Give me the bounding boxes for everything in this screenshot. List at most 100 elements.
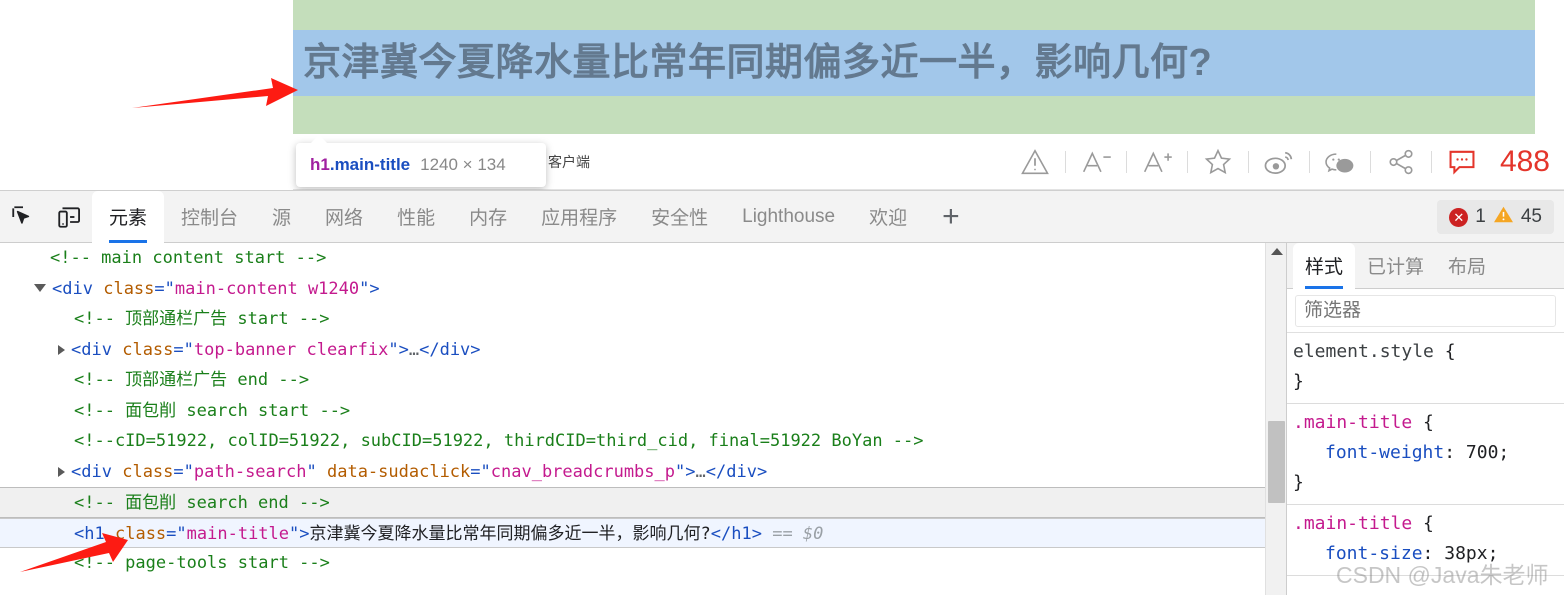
- tooltip-selector: h1.main-title: [310, 155, 410, 175]
- inspect-element-icon[interactable]: [0, 191, 46, 243]
- dom-comment-line[interactable]: <!--cID=51922, colID=51922, subCID=51922…: [0, 426, 1265, 457]
- tab-label: 内存: [469, 208, 508, 229]
- star-icon[interactable]: [1188, 134, 1248, 190]
- attr-name-2: data-sudaclick: [326, 461, 471, 482]
- comment-text: <!-- 面包削 search end -->: [74, 493, 330, 513]
- closing-tag-name: div: [726, 461, 757, 482]
- screenshot-root: 京津冀今夏降水量比常年同期偏多近一半，影响几何? 客户端 488 h1.main…: [0, 0, 1564, 595]
- dom-element-line[interactable]: <div class="main-content w1240">: [0, 274, 1265, 305]
- css-property-name[interactable]: font-weight: [1293, 438, 1444, 468]
- element-text-content: 京津冀今夏降水量比常年同期偏多近一半，影响几何?: [309, 523, 711, 544]
- inspector-highlight-box: 京津冀今夏降水量比常年同期偏多近一半，影响几何?: [293, 0, 1535, 134]
- chevron-down-icon[interactable]: [34, 283, 46, 292]
- device-toolbar-icon[interactable]: [46, 191, 92, 243]
- devtools-panel: 元素 控制台 源 网络 性能 内存 应用程序 安全性 Lighthouse 欢迎…: [0, 190, 1564, 595]
- dom-comment-line[interactable]: <!-- 面包削 search start -->: [0, 396, 1265, 427]
- issue-counts[interactable]: ✕ 1 45: [1437, 200, 1554, 234]
- share-icon[interactable]: [1371, 134, 1431, 190]
- web-page-area: 京津冀今夏降水量比常年同期偏多近一半，影响几何? 客户端 488 h1.main…: [0, 0, 1564, 190]
- scrollbar-thumb[interactable]: [1268, 421, 1285, 503]
- font-increase-icon[interactable]: [1127, 134, 1187, 190]
- error-icon: ✕: [1449, 207, 1469, 227]
- tag-name: div: [62, 278, 93, 299]
- attr-value: path-search: [193, 461, 307, 482]
- weibo-icon[interactable]: [1249, 134, 1309, 190]
- attr-name: class: [122, 461, 174, 482]
- dom-tree-scrollbar[interactable]: [1265, 243, 1286, 595]
- comment-count[interactable]: 488: [1500, 145, 1550, 179]
- tag-name: div: [81, 339, 112, 360]
- tab-memory[interactable]: 内存: [452, 191, 524, 243]
- tab-console[interactable]: 控制台: [164, 191, 255, 243]
- scroll-up-arrow-icon[interactable]: [1271, 248, 1283, 255]
- attr-name: class: [114, 523, 167, 544]
- css-property-value[interactable]: 700;: [1466, 442, 1509, 463]
- attr-name: class: [103, 278, 155, 299]
- tooltip-tag-name: h1: [310, 155, 330, 174]
- client-label: 客户端: [548, 154, 590, 170]
- comment-text: <!-- 顶部通栏广告 end -->: [74, 370, 310, 390]
- page-title: 京津冀今夏降水量比常年同期偏多近一半，影响几何?: [303, 42, 1213, 84]
- error-count: 1: [1475, 206, 1486, 227]
- styles-filter-input[interactable]: [1295, 294, 1556, 327]
- tab-application[interactable]: 应用程序: [524, 191, 634, 243]
- attr-name: class: [122, 339, 174, 360]
- dom-comment-line[interactable]: <!-- main content start -->: [0, 243, 1265, 274]
- tab-label: 网络: [325, 208, 364, 229]
- comment-text: <!-- main content start -->: [50, 248, 327, 268]
- tab-label: 样式: [1305, 257, 1344, 278]
- tab-styles[interactable]: 样式: [1293, 242, 1356, 289]
- tab-label: 控制台: [181, 208, 239, 229]
- dom-comment-line[interactable]: <!-- 顶部通栏广告 end -->: [0, 365, 1265, 396]
- tab-sources[interactable]: 源: [255, 191, 308, 243]
- devtools-tabbar: 元素 控制台 源 网络 性能 内存 应用程序 安全性 Lighthouse 欢迎…: [0, 190, 1564, 243]
- css-rule-element-style[interactable]: element.style {}: [1287, 333, 1564, 404]
- rule-selector: .main-title: [1293, 513, 1413, 534]
- tab-network[interactable]: 网络: [308, 191, 380, 243]
- tab-layout[interactable]: 布局: [1436, 243, 1498, 289]
- dom-selected-h1-line[interactable]: <h1 class="main-title">京津冀今夏降水量比常年同期偏多近一…: [0, 517, 1265, 548]
- closing-tag-name: div: [439, 339, 471, 360]
- tab-welcome[interactable]: 欢迎: [852, 191, 924, 243]
- dom-comment-line-hovered[interactable]: <!-- 面包削 search end -->: [0, 487, 1265, 518]
- styles-filter-row: [1287, 289, 1564, 333]
- css-rule-main-title-size[interactable]: .main-title { font-size: 38px;: [1287, 505, 1564, 576]
- comment-text: <!-- page-tools start -->: [74, 553, 330, 573]
- tooltip-class-name: .main-title: [329, 155, 411, 174]
- wechat-icon[interactable]: [1310, 134, 1370, 190]
- closing-tag-name: h1: [731, 523, 752, 544]
- dom-comment-line[interactable]: <!-- 顶部通栏广告 start -->: [0, 304, 1265, 335]
- css-property-name[interactable]: font-size: [1293, 539, 1423, 569]
- warning-count: 45: [1520, 206, 1542, 227]
- chevron-right-icon[interactable]: [58, 344, 65, 355]
- attr-value: main-title: [186, 523, 290, 544]
- font-decrease-icon[interactable]: [1066, 134, 1126, 190]
- tab-label: Lighthouse: [742, 205, 836, 227]
- comment-icon[interactable]: [1432, 134, 1492, 190]
- css-property-value[interactable]: 38px;: [1444, 543, 1498, 564]
- tab-label: 已计算: [1367, 257, 1425, 278]
- dom-element-line[interactable]: <div class="path-search" data-sudaclick=…: [0, 457, 1265, 488]
- tab-security[interactable]: 安全性: [634, 191, 725, 243]
- tab-computed[interactable]: 已计算: [1355, 243, 1436, 289]
- tab-label: 元素: [109, 208, 148, 229]
- warning-triangle-icon: [1493, 205, 1514, 229]
- dom-tree[interactable]: <!-- main content start --> <div class="…: [0, 243, 1265, 595]
- styles-sidebar-tabbar: 样式 已计算 布局: [1287, 242, 1564, 289]
- dom-comment-line[interactable]: <!-- page-tools start -->: [0, 548, 1265, 579]
- chevron-right-icon[interactable]: [58, 466, 65, 477]
- page-tools-icons: 488: [1005, 134, 1554, 190]
- tab-elements[interactable]: 元素: [92, 190, 165, 243]
- css-rule-main-title-weight[interactable]: .main-title { font-weight: 700;}: [1287, 404, 1564, 505]
- tab-label: 安全性: [651, 208, 709, 229]
- dom-element-line[interactable]: <div class="top-banner clearfix">…</div>: [0, 335, 1265, 366]
- tag-name: h1: [84, 523, 105, 544]
- add-tab-button[interactable]: +: [924, 201, 978, 232]
- rule-selector: element.style: [1293, 341, 1434, 362]
- tab-lighthouse[interactable]: Lighthouse: [725, 191, 852, 243]
- warning-triangle-icon[interactable]: [1005, 134, 1065, 190]
- tab-performance[interactable]: 性能: [380, 191, 452, 243]
- comment-text: <!--cID=51922, colID=51922, subCID=51922…: [74, 431, 924, 451]
- tab-label: 布局: [1448, 257, 1487, 278]
- collapsed-ellipsis: …: [695, 461, 706, 482]
